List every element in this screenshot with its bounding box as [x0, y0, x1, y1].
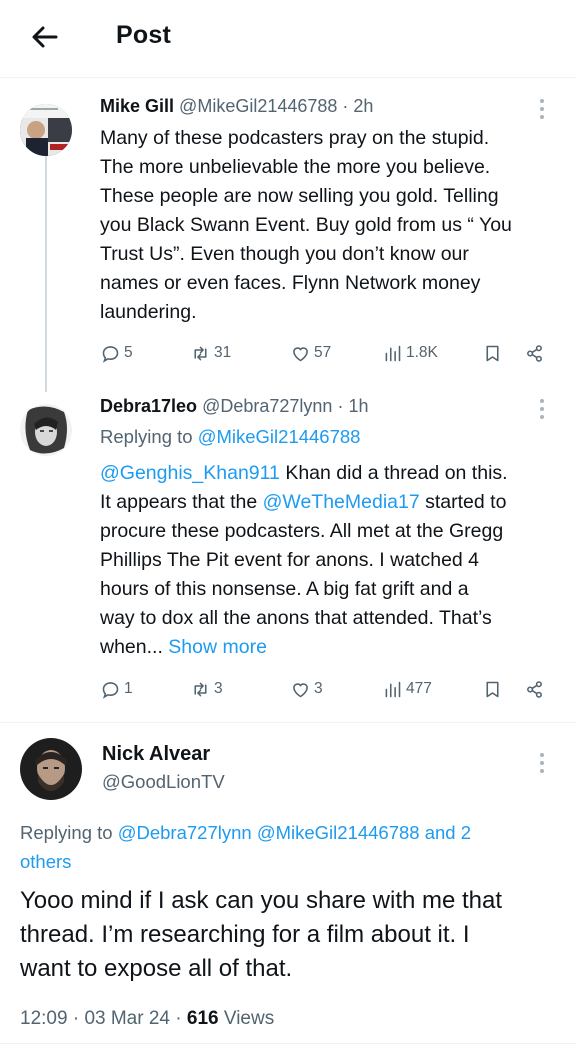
tweet-actions: 1 3 3 477 — [100, 676, 560, 702]
replying-label: Replying to — [20, 822, 113, 843]
share-button[interactable] — [524, 676, 548, 702]
tweet-text-line: procure these podcasters. All met at the… — [100, 520, 504, 542]
more-options-icon[interactable] — [532, 396, 552, 422]
mention-link[interactable]: @WeTheMedia17 — [263, 491, 420, 513]
bookmark-button[interactable] — [482, 676, 506, 702]
views-label: Views — [223, 1008, 275, 1029]
post-time[interactable]: 1h — [348, 396, 368, 416]
replying-label: Replying to — [100, 426, 193, 447]
views-count: 616 — [186, 1008, 219, 1029]
bookmark-icon — [486, 681, 499, 697]
views-count: 477 — [406, 680, 432, 697]
tweet-header: Debra17leo @Debra727lynn · 1h — [100, 396, 369, 416]
like-button[interactable]: 3 — [290, 676, 323, 702]
replying-to-link[interactable]: @MikeGil21446788 — [198, 426, 361, 447]
tweet-text-span: It appears that the — [100, 491, 263, 513]
tweet-text-line: hours of this nonsense. A big fat grift … — [100, 578, 469, 600]
more-options-icon[interactable] — [532, 750, 552, 776]
reply-button[interactable]: 1 — [100, 676, 133, 702]
avatar[interactable] — [20, 404, 72, 456]
author-name[interactable]: Nick Alvear — [102, 743, 210, 766]
replying-to: Replying to @MikeGil21446788 — [100, 426, 360, 448]
tweet-text-line: @Genghis_Khan911 Khan did a thread on th… — [100, 459, 560, 488]
divider — [0, 722, 576, 723]
repost-button[interactable]: 3 — [190, 676, 223, 702]
views-button[interactable]: 477 — [382, 676, 432, 702]
replying-to-line: Replying to @Debra727lynn @MikeGil214467… — [20, 818, 560, 847]
reply-count: 1 — [124, 680, 133, 697]
tweet-text-line: want to expose all of that. — [20, 955, 293, 982]
replying-to-link[interactable]: @Debra727lynn — [118, 822, 252, 843]
author-handle[interactable]: @Debra727lynn — [202, 396, 332, 416]
avatar[interactable] — [20, 738, 82, 800]
replying-to-link[interactable]: @MikeGil21446788 — [257, 822, 420, 843]
post-time[interactable]: 12:09 — [20, 1008, 68, 1029]
replying-to: Replying to @Debra727lynn @MikeGil214467… — [20, 818, 560, 876]
views-chart-icon — [385, 681, 401, 697]
show-more-link[interactable]: Show more — [168, 636, 267, 658]
tweet-text: @Genghis_Khan911 Khan did a thread on th… — [100, 459, 560, 662]
repost-icon — [194, 682, 207, 696]
tweet-text-line: Yooo mind if I ask can you share with me… — [20, 887, 503, 914]
reply-tweet[interactable]: Debra17leo @Debra727lynn · 1h Replying t… — [0, 0, 576, 720]
repost-count: 3 — [214, 680, 223, 697]
post-metadata: 12:09 · 03 Mar 24 · 616 Views — [20, 1008, 275, 1029]
tweet-text: Yooo mind if I ask can you share with me… — [20, 884, 565, 986]
reply-icon — [102, 681, 119, 699]
tweet-text-line: when... Show more — [100, 633, 560, 662]
post-date[interactable]: 03 Mar 24 — [84, 1008, 170, 1029]
tweet-text-span: started to — [419, 491, 507, 513]
heart-icon — [293, 682, 308, 697]
replying-to-others-link[interactable]: and 2 — [425, 822, 471, 843]
author-handle[interactable]: @GoodLionTV — [102, 771, 225, 793]
like-count: 3 — [314, 680, 323, 697]
tweet-text-line: thread. I’m researching for a film about… — [20, 921, 470, 948]
tweet-text-line: way to dox all the anons that attended. … — [100, 607, 492, 629]
mention-link[interactable]: @Genghis_Khan911 — [100, 462, 280, 484]
tweet-text-span: Khan did a thread on this. — [279, 462, 508, 484]
share-icon — [527, 680, 542, 698]
author-name[interactable]: Debra17leo — [100, 396, 197, 416]
tweet-text-line: Phillips The Pit event for anons. I watc… — [100, 549, 480, 571]
tweet-text-span: when... — [100, 636, 163, 658]
tweet-text-line: It appears that the @WeTheMedia17 starte… — [100, 488, 560, 517]
post-page: Post Mike Gill @MikeGil21446788 · 2h Man… — [0, 0, 576, 1044]
replying-to-others-link[interactable]: others — [20, 847, 560, 876]
